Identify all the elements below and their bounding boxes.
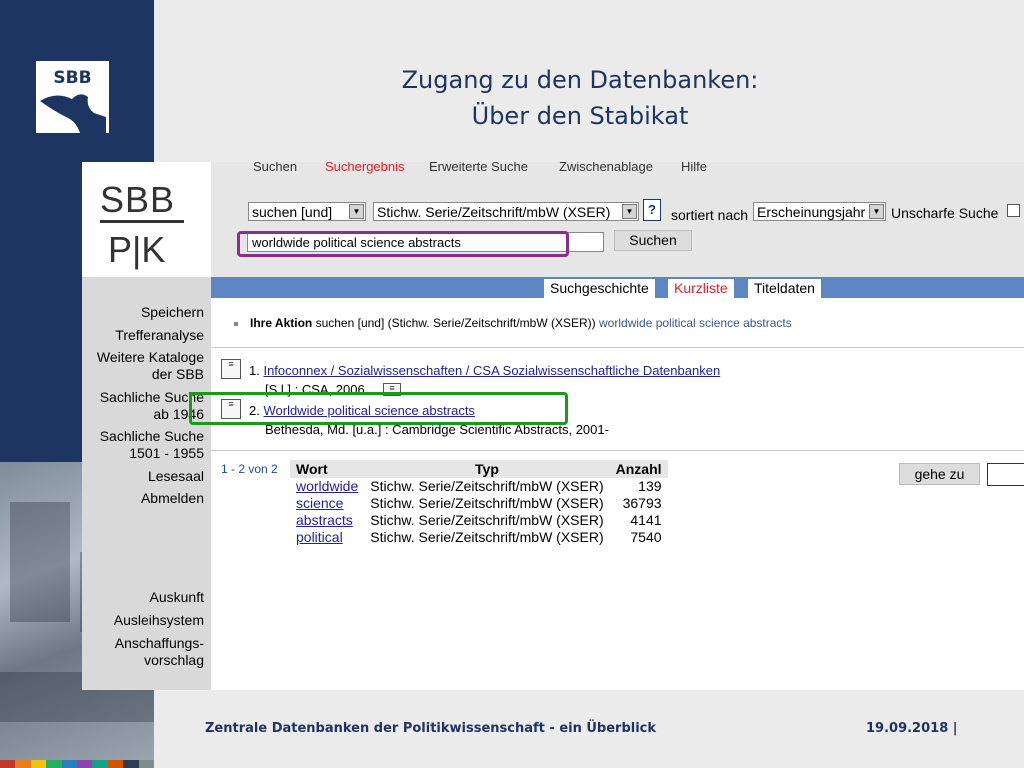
goto-input[interactable] [987, 463, 1024, 486]
goto-button[interactable]: gehe zu [899, 463, 980, 485]
header-wort: Wort [290, 460, 365, 478]
word-link[interactable]: science [296, 495, 343, 511]
brand-divider [100, 220, 184, 223]
tab-suchergebnis[interactable]: Suchergebnis [325, 162, 405, 174]
result-number: 1. [249, 363, 260, 378]
tab-titeldaten[interactable]: Titeldaten [748, 279, 821, 298]
word-link[interactable]: abstracts [296, 512, 353, 528]
header-anzahl: Anzahl [609, 460, 668, 478]
type-cell: Stichw. Serie/Zeitschrift/mbW (XSER) [370, 529, 604, 545]
table-header-row: Wort Typ Anzahl [290, 460, 668, 478]
count-cell: 139 [638, 478, 662, 494]
tab-suchen[interactable]: Suchen [253, 162, 297, 174]
chevron-down-icon: ▼ [622, 204, 637, 219]
action-query: worldwide political science abstracts [599, 316, 792, 330]
result-tab-bar: Suchgeschichte Kurzliste Titeldaten [211, 277, 1024, 298]
sort-label: sortiert nach [671, 207, 749, 223]
search-form: suchen [und] ▼ Stichw. Serie/Zeitschrift… [211, 177, 1024, 277]
help-button[interactable]: ? [643, 199, 661, 221]
nav-sach1501-line2: 1501 - 1955 [129, 445, 204, 461]
action-summary: Ihre Aktion suchen [und] (Stichw. Serie/… [250, 316, 792, 330]
tab-zwischenablage[interactable]: Zwischenablage [559, 162, 653, 174]
nav-weitere-line2: der SBB [151, 366, 204, 382]
nav-lesesaal[interactable]: Lesesaal [148, 468, 204, 485]
word-link[interactable]: political [296, 529, 343, 545]
tab-kurzliste[interactable]: Kurzliste [668, 279, 734, 298]
brand-line2: P|K [108, 229, 166, 270]
action-text: suchen [und] (Stichw. Serie/Zeitschrift/… [315, 316, 596, 330]
nav-anschaffungsvorschlag[interactable]: Anschaffungs- vorschlag [115, 635, 204, 669]
pager: 1 - 2 von 2 [221, 462, 278, 476]
slide-title-line1: Zugang zu den Datenbanken: [401, 66, 759, 94]
operator-value: suchen [und] [252, 204, 333, 220]
index-table: Wort Typ Anzahl worldwide Stichw. Serie/… [290, 460, 668, 546]
nav-abmelden[interactable]: Abmelden [141, 490, 204, 507]
color-strip [0, 760, 155, 768]
search-button[interactable]: Suchen [614, 230, 692, 251]
eagle-icon [40, 94, 106, 133]
nav-anschaff-line1: Anschaffungs- [114, 635, 204, 651]
count-cell: 36793 [622, 495, 662, 511]
sbb-logo: SBB [36, 61, 109, 133]
footer-title: Zentrale Datenbanken der Politikwissensc… [205, 721, 657, 736]
count-cell: 7540 [630, 529, 662, 545]
slide-title-line2: Über den Stabikat [471, 102, 689, 130]
nav-sach1501-line1: Sachliche Suche [99, 428, 204, 444]
nav-anschaff-line2: vorschlag [144, 652, 204, 668]
nav-auskunft[interactable]: Auskunft [150, 589, 204, 606]
highlight-result-2 [189, 392, 568, 425]
divider [211, 450, 1024, 451]
fuzzy-label: Unscharfe Suche [891, 205, 999, 221]
type-cell: Stichw. Serie/Zeitschrift/mbW (XSER) [370, 512, 604, 528]
top-tabs: Suchen Suchergebnis Erweiterte Suche Zwi… [211, 162, 1024, 177]
action-label: Ihre Aktion [250, 316, 313, 330]
footer-date: 19.09.2018 | [866, 721, 958, 736]
sort-select[interactable]: Erscheinungsjahr ▼ [753, 202, 886, 221]
result-title-link[interactable]: Infoconnex / Sozialwissenschaften / CSA … [263, 363, 720, 378]
sort-value: Erscheinungsjahr [757, 204, 866, 220]
nav-trefferanalyse[interactable]: Trefferanalyse [115, 327, 204, 344]
table-row: abstracts Stichw. Serie/Zeitschrift/mbW … [290, 512, 668, 529]
table-row: worldwide Stichw. Serie/Zeitschrift/mbW … [290, 478, 668, 495]
nav-speichern[interactable]: Speichern [141, 304, 204, 321]
tab-suchgeschichte[interactable]: Suchgeschichte [544, 279, 655, 298]
nav-sachliche-suche-1501[interactable]: Sachliche Suche 1501 - 1955 [100, 428, 204, 462]
highlight-search-query [237, 231, 569, 257]
bullet-icon [234, 322, 238, 326]
type-cell: Stichw. Serie/Zeitschrift/mbW (XSER) [370, 495, 604, 511]
nav-weitere-kataloge[interactable]: Weitere Kataloge der SBB [97, 349, 204, 383]
header-typ: Typ [364, 460, 610, 478]
tab-erweiterte-suche[interactable]: Erweiterte Suche [429, 162, 528, 174]
slide-title: Zugang zu den Datenbanken: Über den Stab… [330, 62, 830, 134]
count-cell: 4141 [630, 512, 662, 528]
type-cell: Stichw. Serie/Zeitschrift/mbW (XSER) [370, 478, 604, 494]
word-link[interactable]: worldwide [296, 478, 358, 494]
chevron-down-icon: ▼ [349, 204, 364, 219]
fuzzy-checkbox[interactable] [1007, 204, 1020, 217]
operator-select[interactable]: suchen [und] ▼ [248, 202, 366, 221]
tab-hilfe[interactable]: Hilfe [681, 162, 707, 174]
sbb-pk-logo: SBB P|K [82, 177, 212, 277]
table-row: science Stichw. Serie/Zeitschrift/mbW (X… [290, 495, 668, 512]
result-item: 1. Infoconnex / Sozialwissenschaften / C… [249, 363, 720, 378]
left-navigation: Speichern Trefferanalyse Weitere Katalog… [82, 277, 211, 690]
nav-weitere-line1: Weitere Kataloge [96, 349, 204, 365]
brand-line1: SBB [100, 179, 176, 220]
nav-ausleihsystem[interactable]: Ausleihsystem [114, 612, 204, 629]
chevron-down-icon: ▼ [869, 204, 884, 219]
divider [211, 347, 1024, 348]
field-select[interactable]: Stichw. Serie/Zeitschrift/mbW (XSER) ▼ [373, 202, 639, 221]
table-row: political Stichw. Serie/Zeitschrift/mbW … [290, 529, 668, 546]
document-icon: ≡ [221, 359, 241, 379]
field-value: Stichw. Serie/Zeitschrift/mbW (XSER) [377, 204, 611, 220]
